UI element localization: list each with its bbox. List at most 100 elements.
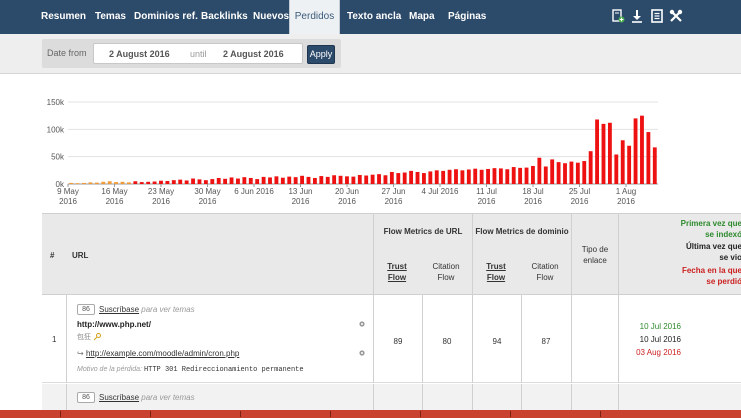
- chart-bar: [428, 171, 433, 184]
- chart-bar: [165, 180, 170, 184]
- settings-icon[interactable]: [358, 349, 366, 357]
- x-tick-label: 2016: [617, 197, 635, 206]
- chart-bar: [319, 176, 324, 184]
- chart-bar: [595, 119, 599, 184]
- chart-bar: [492, 168, 497, 184]
- key-icon: [93, 333, 101, 341]
- header-domain-citation-flow[interactable]: Citation Flow: [525, 261, 565, 283]
- chart-bar: [332, 175, 337, 184]
- date-from-label: Date from: [47, 48, 87, 58]
- header-url-citation-flow[interactable]: Citation Flow: [426, 261, 466, 283]
- header-first-indexed[interactable]: Primera vez que se indexó: [614, 218, 741, 240]
- tab-nuevos[interactable]: Nuevos: [253, 0, 289, 34]
- target-url[interactable]: http://example.com/moodle/admin/cron.php: [86, 349, 239, 358]
- chart-bar: [511, 167, 516, 184]
- chart-bar: [620, 140, 625, 184]
- x-tick-label: 4 Jul 2016: [422, 187, 459, 196]
- chart-bar: [203, 180, 208, 184]
- chart-bar: [261, 176, 266, 184]
- chart-bar: [640, 115, 644, 184]
- chart-bar: [422, 173, 426, 184]
- x-tick-label: 2016: [385, 197, 403, 206]
- chart-bar: [556, 162, 561, 184]
- header-lost-date[interactable]: Fecha en la que se perdió: [614, 265, 741, 287]
- os-taskbar: [0, 410, 741, 418]
- taskbar-divider: [420, 411, 421, 417]
- chart-bar: [550, 159, 555, 184]
- chart-bar: [588, 151, 593, 184]
- download-icon[interactable]: [630, 9, 644, 23]
- taskbar-divider: [150, 411, 151, 417]
- chart-bar: [223, 178, 228, 184]
- subscribe-prompt: Suscríbase para ver temas: [99, 305, 195, 314]
- chart-bar: [486, 168, 490, 184]
- chart-bar: [280, 177, 285, 184]
- apply-button[interactable]: Apply: [307, 45, 335, 64]
- header-domain-flow-metrics: Flow Metrics de dominio: [475, 227, 569, 236]
- chart-bar: [646, 132, 651, 184]
- chart-bar: [607, 122, 612, 184]
- topic-score-badge: 86: [77, 392, 95, 403]
- date-range-input[interactable]: 2 August 2016 until 2 August 2016: [93, 43, 303, 64]
- chart-bar: [409, 170, 414, 184]
- tab-texto-ancla[interactable]: Texto ancla: [347, 0, 401, 34]
- chart-bar: [236, 178, 240, 184]
- date-to-value[interactable]: 2 August 2016: [223, 49, 284, 59]
- x-tick-label: 20 Jun: [335, 187, 359, 196]
- tab-paginas[interactable]: Páginas: [448, 0, 486, 34]
- chart-bar: [191, 178, 195, 184]
- chart-bar: [139, 182, 144, 184]
- source-url[interactable]: http://www.php.net/: [77, 320, 151, 329]
- bookmark-add-icon[interactable]: [611, 9, 625, 23]
- chart-bar: [351, 176, 356, 184]
- chart-bar: [325, 176, 330, 184]
- chart-bar: [306, 176, 311, 184]
- subscribe-link[interactable]: Suscríbase: [99, 305, 139, 314]
- x-tick-label: 6 Jun 2016: [234, 187, 274, 196]
- x-tick-label: 27 Jun: [381, 187, 405, 196]
- date-from-value[interactable]: 2 August 2016: [109, 49, 170, 59]
- settings-icon[interactable]: [358, 320, 366, 328]
- tab-mapa[interactable]: Mapa: [409, 0, 435, 34]
- report-icon[interactable]: [650, 9, 664, 23]
- chart-bar: [293, 177, 298, 184]
- tab-backlinks[interactable]: Backlinks: [201, 0, 248, 34]
- tab-temas[interactable]: Temas: [95, 0, 126, 34]
- header-domain-trust-flow[interactable]: Trust Flow: [476, 261, 516, 283]
- tab-resumen[interactable]: Resumen: [41, 0, 86, 34]
- chart-bar: [312, 177, 317, 184]
- tab-perdidos[interactable]: Perdidos: [289, 0, 340, 34]
- header-last-seen[interactable]: Última vez que se vio: [614, 241, 741, 263]
- date-range-box: Date from 2 August 2016 until 2 August 2…: [42, 39, 341, 68]
- subscribe-prompt: Suscríbase para ver temas: [99, 393, 195, 402]
- top-nav: Resumen Temas Dominios ref. Backlinks Nu…: [0, 0, 741, 34]
- x-tick-label: 2016: [478, 197, 496, 206]
- subscribe-link[interactable]: Suscríbase: [99, 393, 139, 402]
- row-index: 1: [52, 335, 57, 344]
- x-tick-label: 2016: [106, 197, 124, 206]
- chart-bar: [569, 161, 574, 184]
- x-tick-label: 23 May: [148, 187, 174, 196]
- x-tick-label: 30 May: [194, 187, 220, 196]
- chart-bar: [178, 179, 183, 184]
- divider: [66, 295, 67, 383]
- chart-bar: [377, 174, 381, 184]
- header-url-trust-flow[interactable]: Trust Flow: [377, 261, 417, 283]
- chart-bar: [268, 177, 272, 184]
- tab-dominios-ref[interactable]: Dominios ref.: [134, 0, 198, 34]
- chart-bar: [357, 174, 362, 184]
- date-until-label: until: [190, 49, 207, 59]
- tools-icon[interactable]: [669, 9, 683, 23]
- header-url[interactable]: URL: [72, 250, 88, 261]
- chart-bar: [242, 177, 247, 184]
- x-tick-label: 2016: [199, 197, 217, 206]
- taskbar-divider: [510, 411, 511, 417]
- chart-bar: [402, 172, 407, 184]
- target-url-line: ↪ http://example.com/moodle/admin/cron.p…: [77, 349, 239, 358]
- chart-bar: [441, 170, 446, 184]
- chart-bar: [601, 123, 606, 184]
- chart-bar: [563, 163, 567, 184]
- chart-bar: [364, 175, 369, 184]
- x-tick-label: 2016: [152, 197, 170, 206]
- divider: [571, 295, 572, 383]
